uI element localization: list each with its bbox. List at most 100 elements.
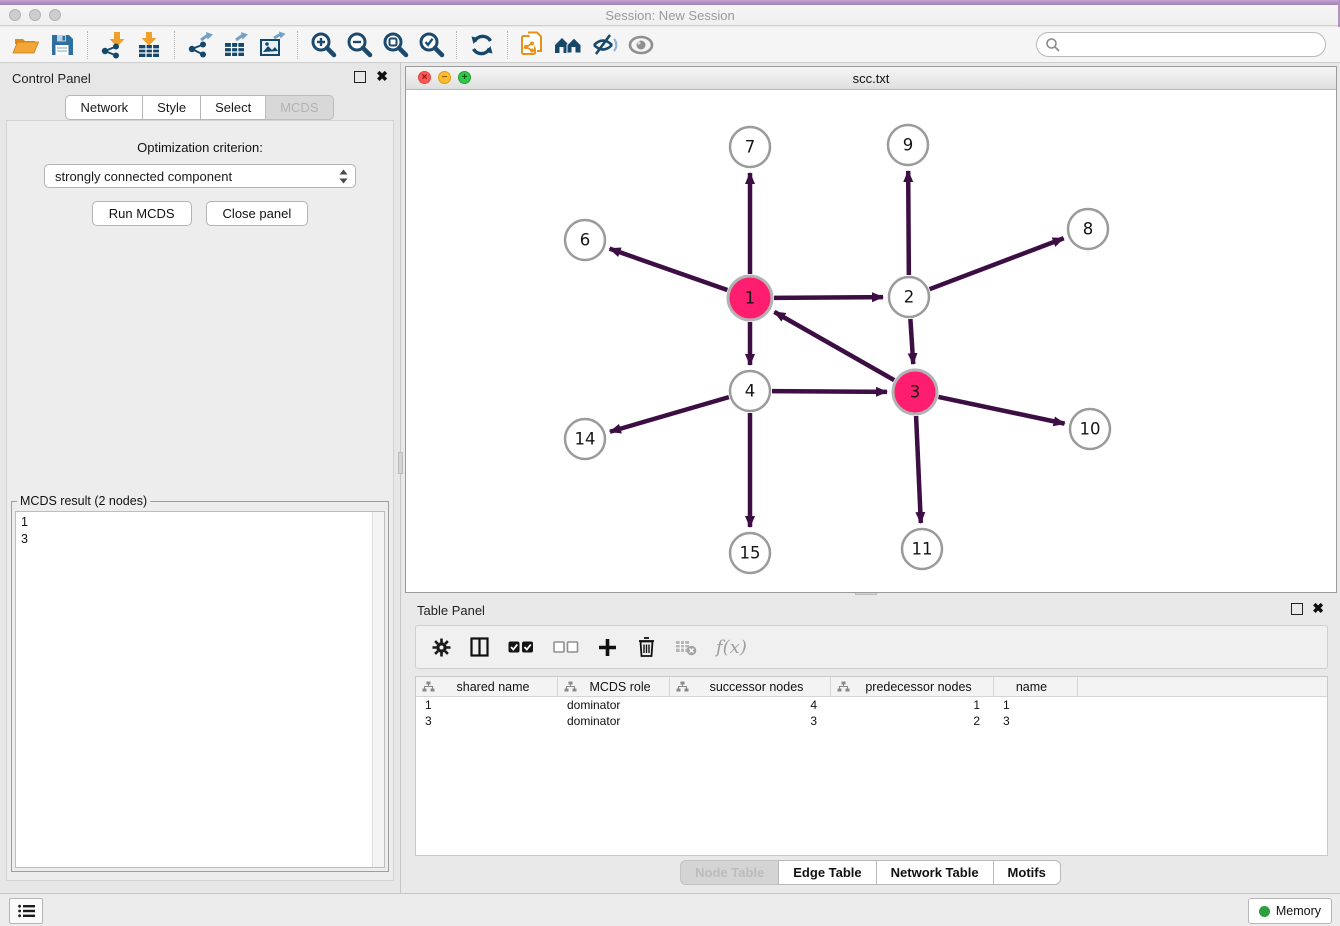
create-column-plus-icon[interactable] bbox=[598, 638, 617, 657]
graph-node-label: 6 bbox=[580, 231, 591, 250]
deselect-all-icon[interactable] bbox=[553, 639, 579, 655]
zoom-selected-icon[interactable] bbox=[413, 30, 449, 60]
graph-node-10[interactable]: 10 bbox=[1070, 409, 1110, 449]
node-table[interactable]: shared nameMCDS role successor nodesprede… bbox=[415, 676, 1328, 856]
hide-graphics-details-icon[interactable] bbox=[587, 30, 623, 60]
table-cell[interactable]: 1 bbox=[831, 697, 994, 713]
export-table-icon[interactable] bbox=[218, 30, 254, 60]
graph-node-1[interactable]: 1 bbox=[728, 276, 772, 320]
optimization-criterion-select[interactable]: strongly connected component bbox=[44, 164, 356, 188]
graph-edge-3-10[interactable] bbox=[938, 397, 1064, 424]
mcds-result-text-area[interactable]: 13 bbox=[15, 511, 385, 868]
table-cell[interactable]: 2 bbox=[831, 713, 994, 729]
vertical-split-handle[interactable] bbox=[398, 452, 403, 474]
table-cell[interactable]: 1 bbox=[994, 697, 1078, 713]
column-header-predecessor-nodes[interactable]: predecessor nodes bbox=[831, 677, 994, 696]
graph-node-8[interactable]: 8 bbox=[1068, 209, 1108, 249]
table-row[interactable]: 3dominator323 bbox=[416, 713, 1327, 729]
tab-select[interactable]: Select bbox=[200, 95, 266, 120]
table-cell[interactable]: 3 bbox=[670, 713, 831, 729]
save-session-icon[interactable] bbox=[44, 30, 80, 60]
table-cell[interactable]: 4 bbox=[670, 697, 831, 713]
memory-button[interactable]: Memory bbox=[1248, 898, 1332, 924]
graph-edge-1-6[interactable] bbox=[610, 249, 728, 290]
close-table-panel-icon[interactable]: ✖ bbox=[1312, 601, 1324, 615]
search-box[interactable] bbox=[1036, 32, 1326, 57]
column-label: shared name bbox=[437, 680, 557, 694]
show-columns-icon[interactable] bbox=[470, 637, 489, 657]
float-table-panel-icon[interactable] bbox=[1291, 603, 1303, 615]
graph-node-9[interactable]: 9 bbox=[888, 125, 928, 165]
graph-node-14[interactable]: 14 bbox=[565, 419, 605, 459]
table-cell[interactable]: 1 bbox=[416, 697, 558, 713]
network-window-titlebar[interactable]: × − + scc.txt bbox=[406, 67, 1336, 90]
graph-node-6[interactable]: 6 bbox=[565, 220, 605, 260]
first-neighbors-icon[interactable] bbox=[551, 30, 587, 60]
open-session-icon[interactable] bbox=[8, 30, 44, 60]
graph-edge-4-3[interactable] bbox=[772, 391, 887, 392]
column-header-name[interactable]: name bbox=[994, 677, 1078, 696]
table-cell[interactable]: 3 bbox=[994, 713, 1078, 729]
tab-network[interactable]: Network bbox=[65, 95, 143, 120]
table-row[interactable]: 1dominator411 bbox=[416, 697, 1327, 713]
table-panel-title: Table Panel bbox=[417, 603, 485, 618]
table-settings-gear-icon[interactable] bbox=[432, 638, 451, 657]
mcds-result-box: MCDS result (2 nodes) 13 bbox=[11, 494, 389, 872]
graph-edge-3-1[interactable] bbox=[774, 312, 894, 380]
result-scrollbar[interactable] bbox=[372, 512, 384, 867]
graph-edge-2-3[interactable] bbox=[910, 319, 913, 364]
new-network-from-selection-icon[interactable] bbox=[515, 30, 551, 60]
column-header-shared-name[interactable]: shared name bbox=[416, 677, 558, 696]
tab-mcds[interactable]: MCDS bbox=[265, 95, 333, 120]
task-history-button[interactable] bbox=[9, 898, 43, 924]
delete-column-trash-icon[interactable] bbox=[636, 636, 656, 658]
table-cell[interactable]: dominator bbox=[558, 713, 670, 729]
zoom-out-icon[interactable] bbox=[341, 30, 377, 60]
close-panel-button[interactable]: Close panel bbox=[206, 201, 309, 226]
zoom-fit-icon[interactable] bbox=[377, 30, 413, 60]
graph-edge-2-9[interactable] bbox=[908, 171, 909, 275]
zoom-in-icon[interactable] bbox=[305, 30, 341, 60]
column-header-MCDS-role[interactable]: MCDS role bbox=[558, 677, 670, 696]
graph-node-7[interactable]: 7 bbox=[730, 127, 770, 167]
table-cell[interactable]: 3 bbox=[416, 713, 558, 729]
graph-edge-3-11[interactable] bbox=[916, 416, 921, 523]
apply-layout-icon[interactable] bbox=[464, 30, 500, 60]
graph-edge-2-8[interactable] bbox=[930, 238, 1064, 289]
control-panel-title: Control Panel bbox=[12, 71, 91, 86]
network-title: scc.txt bbox=[406, 71, 1336, 86]
tab-network-table[interactable]: Network Table bbox=[876, 860, 994, 885]
graph-node-3[interactable]: 3 bbox=[893, 370, 937, 414]
import-network-icon[interactable] bbox=[95, 30, 131, 60]
search-input[interactable] bbox=[1065, 34, 1325, 55]
select-all-icon[interactable] bbox=[508, 639, 534, 655]
export-image-icon[interactable] bbox=[254, 30, 290, 60]
column-header-successor-nodes[interactable]: successor nodes bbox=[670, 677, 831, 696]
tab-motifs[interactable]: Motifs bbox=[993, 860, 1061, 885]
graph-edge-1-2[interactable] bbox=[774, 297, 883, 298]
table-cell[interactable]: dominator bbox=[558, 697, 670, 713]
function-builder-icon[interactable]: f(x) bbox=[716, 637, 747, 658]
tab-style[interactable]: Style bbox=[142, 95, 201, 120]
tab-edge-table[interactable]: Edge Table bbox=[778, 860, 876, 885]
graph-node-2[interactable]: 2 bbox=[889, 277, 929, 317]
close-panel-icon[interactable]: ✖ bbox=[376, 69, 388, 83]
graph-edge-4-14[interactable] bbox=[610, 397, 729, 432]
delete-table-icon[interactable] bbox=[675, 638, 697, 656]
import-table-icon[interactable] bbox=[131, 30, 167, 60]
control-panel-tabs: NetworkStyleSelectMCDS bbox=[0, 95, 400, 120]
column-label: successor nodes bbox=[691, 680, 830, 694]
network-graph-canvas[interactable]: 7 9 6 8 1 2 4 3 14 10 15 11 bbox=[406, 89, 1336, 592]
export-network-icon[interactable] bbox=[182, 30, 218, 60]
graph-node-label: 7 bbox=[745, 138, 756, 157]
graph-node-4[interactable]: 4 bbox=[730, 371, 770, 411]
graph-node-15[interactable]: 15 bbox=[730, 533, 770, 573]
window-titlebar: Session: New Session bbox=[0, 0, 1340, 26]
float-panel-icon[interactable] bbox=[354, 71, 366, 83]
run-mcds-button[interactable]: Run MCDS bbox=[92, 201, 192, 226]
tab-node-table[interactable]: Node Table bbox=[680, 860, 779, 885]
main-toolbar bbox=[0, 27, 1340, 63]
birds-eye-view-icon[interactable] bbox=[623, 30, 659, 60]
graph-node-11[interactable]: 11 bbox=[902, 529, 942, 569]
column-type-icon bbox=[676, 681, 689, 692]
